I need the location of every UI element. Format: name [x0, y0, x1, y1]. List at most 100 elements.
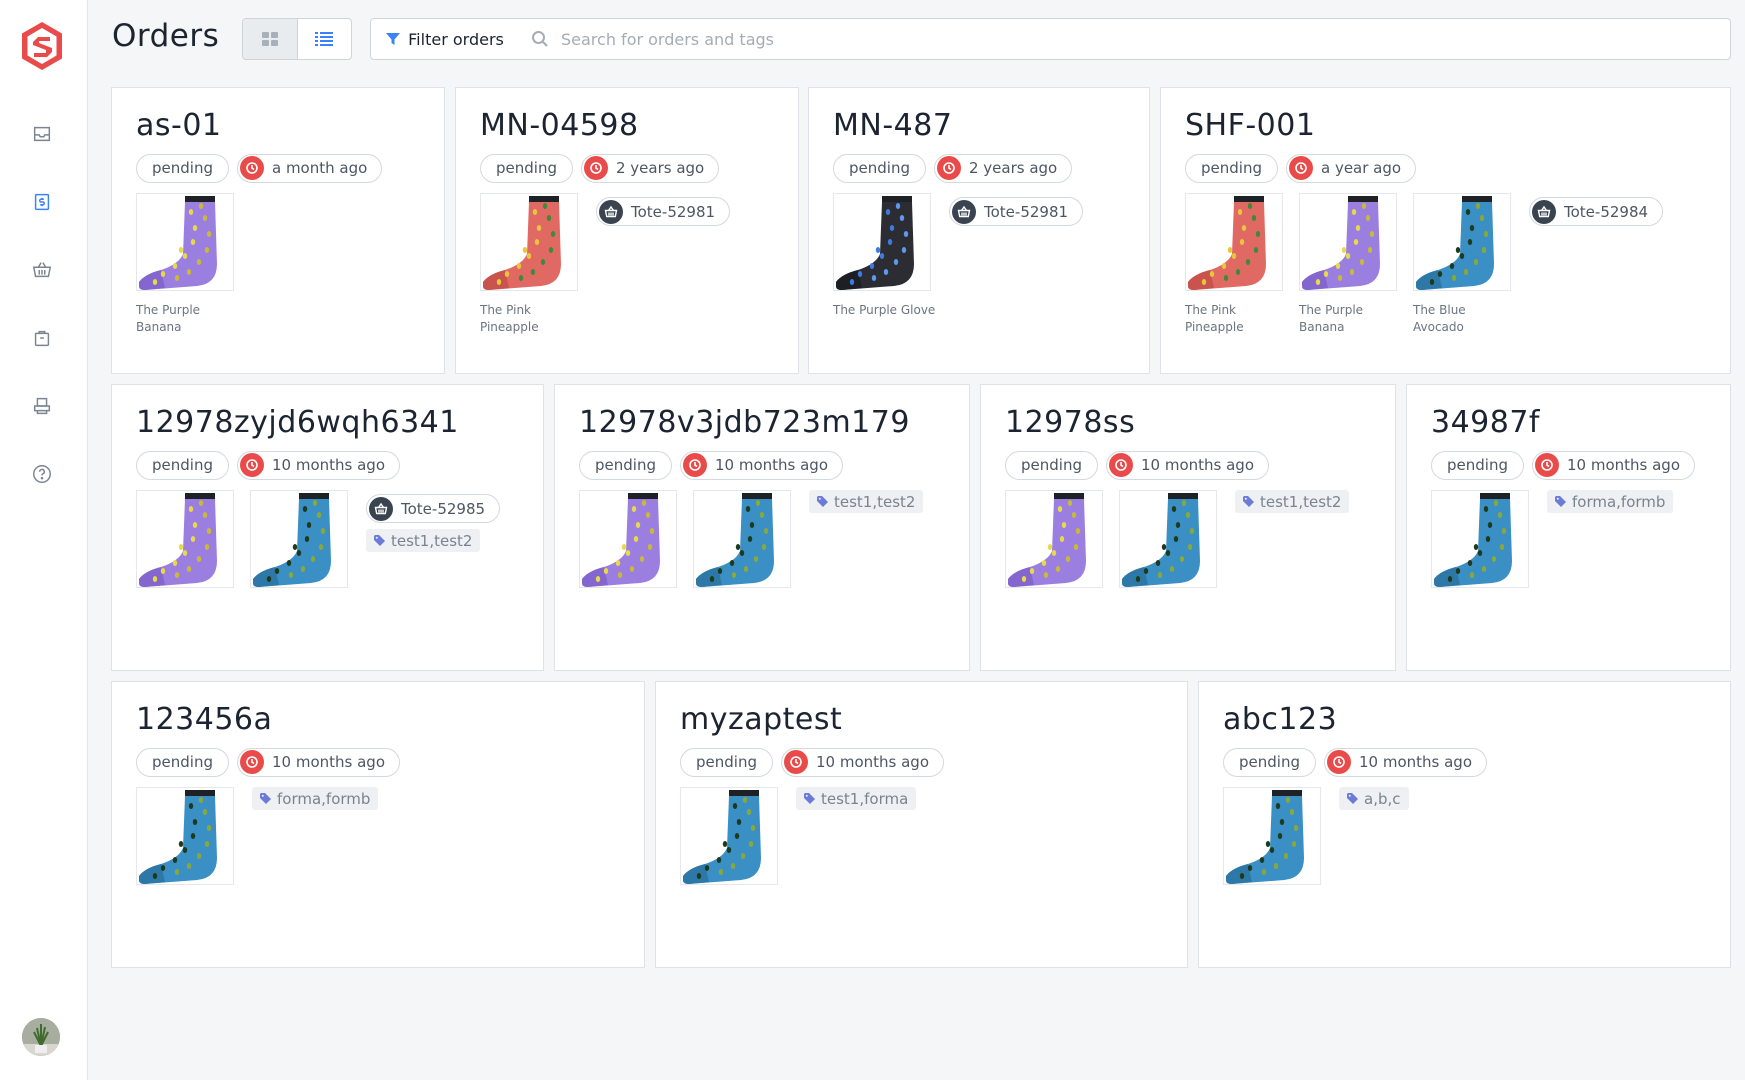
- status-badge: pending: [136, 450, 229, 480]
- tag-icon: [804, 793, 815, 804]
- product-item: [680, 787, 778, 885]
- order-card[interactable]: 12978ss pending 10 months ago test1,test…: [980, 384, 1396, 671]
- order-card[interactable]: abc123 pending 10 months ago a,b,c: [1198, 681, 1731, 968]
- order-age: 10 months ago: [1140, 456, 1254, 474]
- tote-label: Tote-52984: [1564, 202, 1649, 221]
- clock-icon: [936, 156, 961, 180]
- tag-label: forma,formb: [277, 789, 371, 808]
- tag-label: test1,test2: [391, 531, 473, 550]
- product-item: [1431, 490, 1529, 588]
- sock-image: [579, 490, 677, 588]
- order-card[interactable]: 12978zyjd6wqh6341 pending 10 months ago …: [111, 384, 544, 671]
- tag-chip[interactable]: forma,formb: [1547, 490, 1674, 513]
- product-item: [579, 490, 677, 588]
- product-item: The Blue Avocado: [1413, 193, 1511, 336]
- sock-image: [1119, 490, 1217, 588]
- sock-image: [1413, 193, 1511, 291]
- order-age: 2 years ago: [968, 159, 1058, 177]
- sock-image: [250, 490, 348, 588]
- order-id: 12978v3jdb723m179: [579, 405, 910, 440]
- order-card[interactable]: 12978v3jdb723m179 pending 10 months ago …: [554, 384, 970, 671]
- sock-image: [833, 193, 931, 291]
- product-name: The Pink Pineapple: [480, 303, 539, 334]
- status-badge: pending: [680, 747, 773, 777]
- time-badge: 2 years ago: [580, 153, 720, 183]
- tag-chip[interactable]: test1,forma: [796, 787, 917, 810]
- inbox-icon[interactable]: [28, 120, 56, 148]
- time-badge: 10 months ago: [1531, 450, 1695, 480]
- sock-image: [1005, 490, 1103, 588]
- clock-icon: [1288, 156, 1313, 180]
- package-icon[interactable]: [28, 324, 56, 352]
- printer-icon[interactable]: [28, 392, 56, 420]
- sock-image: [1299, 193, 1397, 291]
- grid-view-button[interactable]: [243, 19, 298, 59]
- tag-label: a,b,c: [1364, 789, 1401, 808]
- order-card[interactable]: SHF-001 pending a year ago The Pink Pine…: [1160, 87, 1731, 374]
- product-item: [1005, 490, 1103, 588]
- order-id: myzaptest: [680, 702, 843, 737]
- order-age: 10 months ago: [815, 753, 929, 771]
- avatar[interactable]: [22, 1018, 60, 1056]
- tag-chip[interactable]: test1,test2: [809, 490, 924, 513]
- tag-icon: [817, 496, 828, 507]
- sock-image: [1431, 490, 1529, 588]
- order-id: MN-487: [833, 108, 953, 143]
- product-item: The Pink Pineapple: [1185, 193, 1283, 336]
- time-badge: 10 months ago: [679, 450, 843, 480]
- tote-badge: Tote-52981: [596, 197, 731, 226]
- tag-label: test1,forma: [821, 789, 909, 808]
- order-age: 10 months ago: [271, 456, 385, 474]
- tag-chip[interactable]: test1,test2: [1235, 490, 1350, 513]
- order-id: abc123: [1223, 702, 1338, 737]
- tag-chip[interactable]: test1,test2: [366, 529, 481, 552]
- filter-orders-label: Filter orders: [408, 29, 504, 49]
- order-age: 10 months ago: [714, 456, 828, 474]
- help-icon[interactable]: [28, 460, 56, 488]
- time-badge: 10 months ago: [236, 450, 400, 480]
- clock-icon: [1108, 453, 1133, 477]
- dollar-invoice-icon[interactable]: [28, 188, 56, 216]
- page-title: Orders: [112, 18, 220, 54]
- clock-icon: [239, 453, 264, 477]
- logo-icon[interactable]: [19, 20, 65, 72]
- sock-image: [480, 193, 578, 291]
- order-age: 10 months ago: [1566, 456, 1680, 474]
- view-toggle: [242, 18, 352, 60]
- product-item: [136, 490, 234, 588]
- order-card[interactable]: MN-04598 pending 2 years ago The Pink Pi…: [455, 87, 799, 374]
- list-icon: [315, 32, 334, 46]
- tag-icon: [1243, 496, 1254, 507]
- tag-chip[interactable]: a,b,c: [1339, 787, 1409, 810]
- product-item: [1223, 787, 1321, 885]
- list-view-button[interactable]: [298, 19, 352, 59]
- product-name: The Purple Banana: [1299, 303, 1364, 334]
- status-badge: pending: [480, 153, 573, 183]
- order-age: a year ago: [1320, 159, 1402, 177]
- order-card[interactable]: MN-487 pending 2 years ago The Purple Gl…: [808, 87, 1150, 374]
- tote-label: Tote-52981: [984, 202, 1069, 221]
- clock-icon: [239, 156, 264, 180]
- tag-icon: [260, 793, 271, 804]
- tote-badge: Tote-52984: [1529, 197, 1664, 226]
- search-input[interactable]: [561, 29, 1730, 49]
- basket-icon[interactable]: [28, 256, 56, 284]
- status-badge: pending: [579, 450, 672, 480]
- time-badge: a year ago: [1285, 153, 1417, 183]
- order-card[interactable]: 123456a pending 10 months ago forma,form…: [111, 681, 645, 968]
- time-badge: a month ago: [236, 153, 383, 183]
- order-id: 123456a: [136, 702, 273, 737]
- tag-label: test1,test2: [834, 492, 916, 511]
- filter-orders-button[interactable]: Filter orders: [370, 18, 520, 60]
- product-name: The Blue Avocado: [1413, 303, 1466, 334]
- tag-chip[interactable]: forma,formb: [252, 787, 379, 810]
- tag-label: forma,formb: [1572, 492, 1666, 511]
- status-badge: pending: [136, 153, 229, 183]
- sock-image: [136, 490, 234, 588]
- product-item: [250, 490, 348, 588]
- order-card[interactable]: myzaptest pending 10 months ago test1,fo…: [655, 681, 1188, 968]
- product-item: The Purple Banana: [136, 193, 234, 336]
- order-card[interactable]: as-01 pending a month ago The Purple Ban…: [111, 87, 445, 374]
- order-card[interactable]: 34987f pending 10 months ago forma,formb: [1406, 384, 1731, 671]
- sock-image: [1223, 787, 1321, 885]
